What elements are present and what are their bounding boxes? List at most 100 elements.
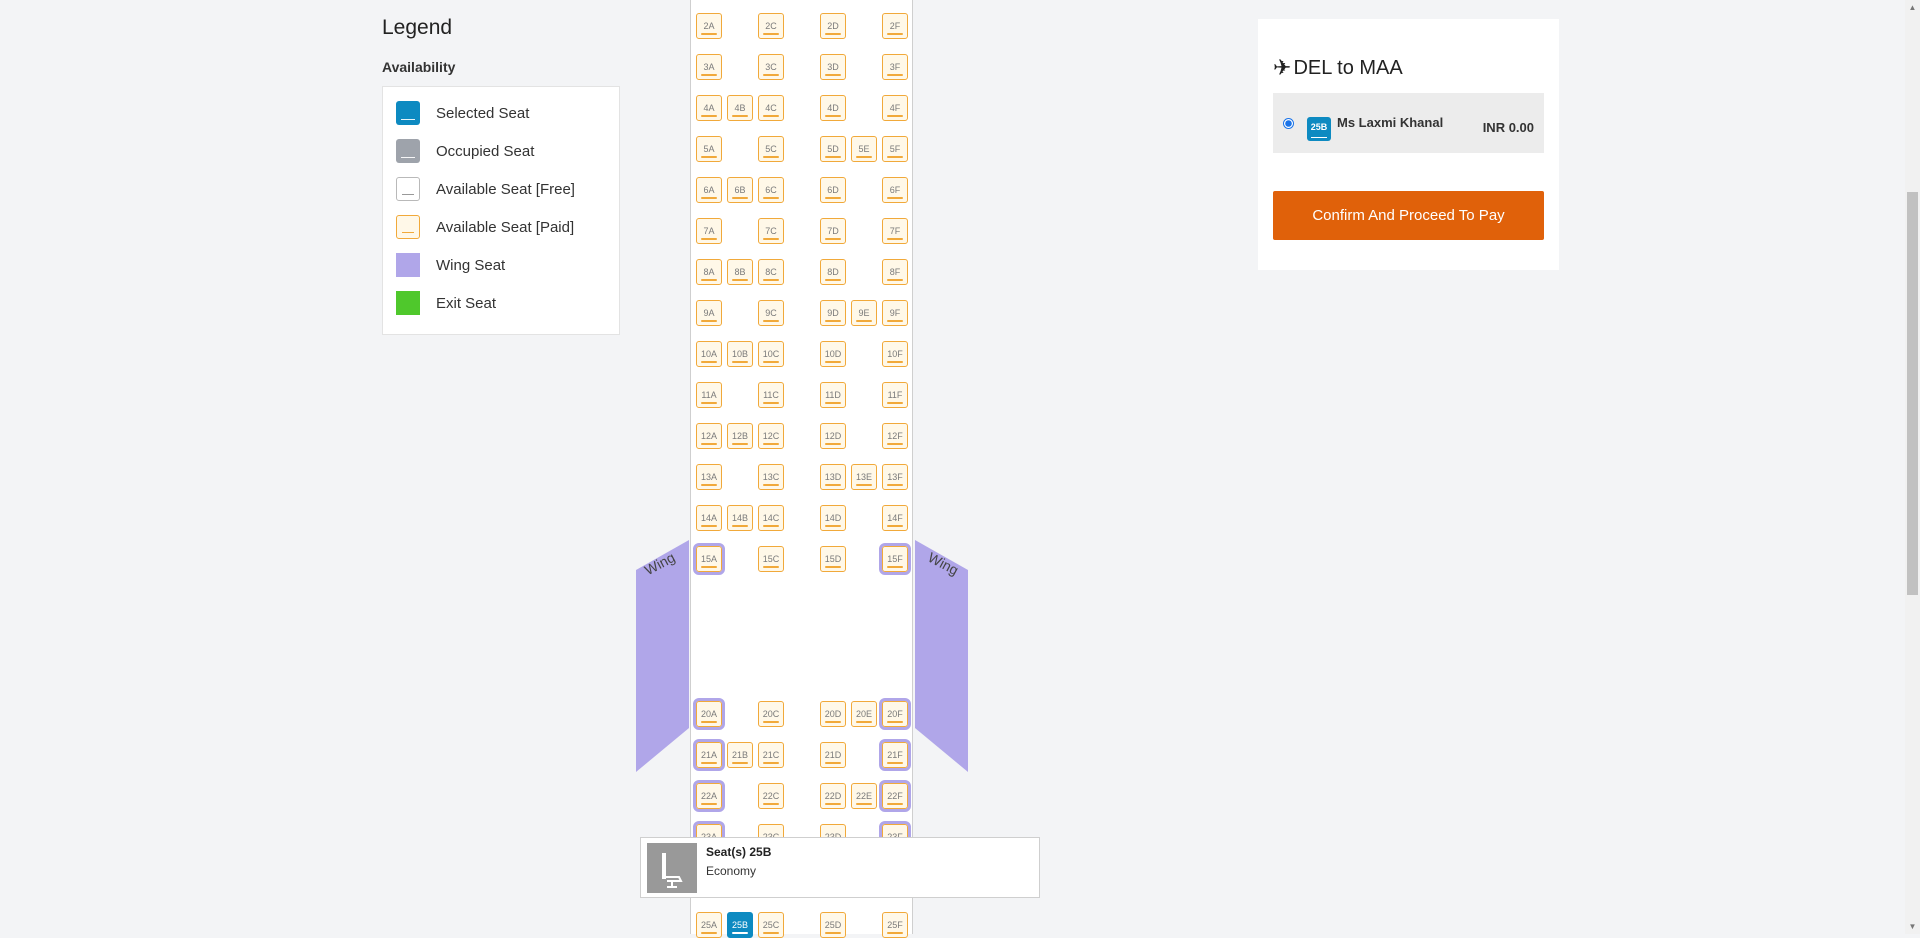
paid-seat-swatch <box>396 215 420 239</box>
seat-21D[interactable]: 21D <box>820 742 846 768</box>
seat-20E[interactable]: 20E <box>851 701 877 727</box>
seat-8F[interactable]: 8F <box>882 259 908 285</box>
seat-13A[interactable]: 13A <box>696 464 722 490</box>
legend-label: Available Seat [Free] <box>436 180 575 198</box>
seat-4A[interactable]: 4A <box>696 95 722 121</box>
seat-5F[interactable]: 5F <box>882 136 908 162</box>
seat-3D[interactable]: 3D <box>820 54 846 80</box>
seat-20F[interactable]: 20F <box>879 698 911 730</box>
seat-6C[interactable]: 6C <box>758 177 784 203</box>
scrollbar-thumb[interactable] <box>1907 192 1918 595</box>
seat-11D[interactable]: 11D <box>820 382 846 408</box>
seat-15F[interactable]: 15F <box>879 543 911 575</box>
page-scrollbar[interactable]: ▲ ▼ <box>1905 0 1920 934</box>
passenger-radio[interactable] <box>1283 118 1294 129</box>
seat-13C[interactable]: 13C <box>758 464 784 490</box>
confirm-and-pay-button[interactable]: Confirm And Proceed To Pay <box>1273 191 1544 240</box>
seat-20A[interactable]: 20A <box>693 698 725 730</box>
seat-20D[interactable]: 20D <box>820 701 846 727</box>
seat-11A[interactable]: 11A <box>696 382 722 408</box>
seat-25B[interactable]: 25B <box>727 912 753 938</box>
seat-14A[interactable]: 14A <box>696 505 722 531</box>
seat-15D[interactable]: 15D <box>820 546 846 572</box>
seat-8D[interactable]: 8D <box>820 259 846 285</box>
seat-12D[interactable]: 12D <box>820 423 846 449</box>
seat-4C[interactable]: 4C <box>758 95 784 121</box>
seat-7A[interactable]: 7A <box>696 218 722 244</box>
seat-13E[interactable]: 13E <box>851 464 877 490</box>
seat-6B[interactable]: 6B <box>727 177 753 203</box>
passenger-row[interactable]: 25B Ms Laxmi Khanal INR 0.00 <box>1273 93 1544 153</box>
seat-12B[interactable]: 12B <box>727 423 753 449</box>
seat-7C[interactable]: 7C <box>758 218 784 244</box>
seat-8B[interactable]: 8B <box>727 259 753 285</box>
seat-25D[interactable]: 25D <box>820 912 846 938</box>
seat-22E[interactable]: 22E <box>851 783 877 809</box>
seat-22A[interactable]: 22A <box>693 780 725 812</box>
legend-label: Wing Seat <box>436 256 506 274</box>
seat-2C[interactable]: 2C <box>758 13 784 39</box>
seat-4D[interactable]: 4D <box>820 95 846 121</box>
seat-9A[interactable]: 9A <box>696 300 722 326</box>
seat-2A[interactable]: 2A <box>696 13 722 39</box>
right-wing: Wing <box>915 540 968 772</box>
seat-9D[interactable]: 9D <box>820 300 846 326</box>
seat-10C[interactable]: 10C <box>758 341 784 367</box>
seat-10D[interactable]: 10D <box>820 341 846 367</box>
seat-12A[interactable]: 12A <box>696 423 722 449</box>
seat-5D[interactable]: 5D <box>820 136 846 162</box>
seat-6D[interactable]: 6D <box>820 177 846 203</box>
seat-9E[interactable]: 9E <box>851 300 877 326</box>
seat-13D[interactable]: 13D <box>820 464 846 490</box>
scroll-down-arrow-icon[interactable]: ▼ <box>1905 919 1920 934</box>
seat-25A[interactable]: 25A <box>696 912 722 938</box>
seat-2F[interactable]: 2F <box>882 13 908 39</box>
seat-13F[interactable]: 13F <box>882 464 908 490</box>
seat-8A[interactable]: 8A <box>696 259 722 285</box>
seat-21B[interactable]: 21B <box>727 742 753 768</box>
seat-12C[interactable]: 12C <box>758 423 784 449</box>
seat-9F[interactable]: 9F <box>882 300 908 326</box>
legend-label: Occupied Seat <box>436 142 535 160</box>
seat-4F[interactable]: 4F <box>882 95 908 121</box>
seat-10A[interactable]: 10A <box>696 341 722 367</box>
seat-11F[interactable]: 11F <box>882 382 908 408</box>
seat-5A[interactable]: 5A <box>696 136 722 162</box>
seat-22C[interactable]: 22C <box>758 783 784 809</box>
seat-20C[interactable]: 20C <box>758 701 784 727</box>
seat-25C[interactable]: 25C <box>758 912 784 938</box>
seat-21A[interactable]: 21A <box>693 739 725 771</box>
seat-21C[interactable]: 21C <box>758 742 784 768</box>
seat-14C[interactable]: 14C <box>758 505 784 531</box>
seat-14F[interactable]: 14F <box>882 505 908 531</box>
seat-3F[interactable]: 3F <box>882 54 908 80</box>
seat-5E[interactable]: 5E <box>851 136 877 162</box>
seat-14D[interactable]: 14D <box>820 505 846 531</box>
seat-15C[interactable]: 15C <box>758 546 784 572</box>
seat-9C[interactable]: 9C <box>758 300 784 326</box>
seat-7D[interactable]: 7D <box>820 218 846 244</box>
tooltip-seat-title: Seat(s) 25B <box>706 845 772 859</box>
seat-6F[interactable]: 6F <box>882 177 908 203</box>
seat-15A[interactable]: 15A <box>693 543 725 575</box>
free-seat-swatch <box>396 177 420 201</box>
seat-8C[interactable]: 8C <box>758 259 784 285</box>
seat-21F[interactable]: 21F <box>879 739 911 771</box>
seat-6A[interactable]: 6A <box>696 177 722 203</box>
seat-22D[interactable]: 22D <box>820 783 846 809</box>
passenger-price: INR 0.00 <box>1482 120 1534 135</box>
seat-22F[interactable]: 22F <box>879 780 911 812</box>
seat-10F[interactable]: 10F <box>882 341 908 367</box>
seat-25F[interactable]: 25F <box>882 912 908 938</box>
scroll-up-arrow-icon[interactable]: ▲ <box>1905 0 1920 15</box>
seat-4B[interactable]: 4B <box>727 95 753 121</box>
seat-10B[interactable]: 10B <box>727 341 753 367</box>
seat-14B[interactable]: 14B <box>727 505 753 531</box>
seat-2D[interactable]: 2D <box>820 13 846 39</box>
seat-12F[interactable]: 12F <box>882 423 908 449</box>
seat-3C[interactable]: 3C <box>758 54 784 80</box>
seat-7F[interactable]: 7F <box>882 218 908 244</box>
seat-11C[interactable]: 11C <box>758 382 784 408</box>
seat-3A[interactable]: 3A <box>696 54 722 80</box>
seat-5C[interactable]: 5C <box>758 136 784 162</box>
